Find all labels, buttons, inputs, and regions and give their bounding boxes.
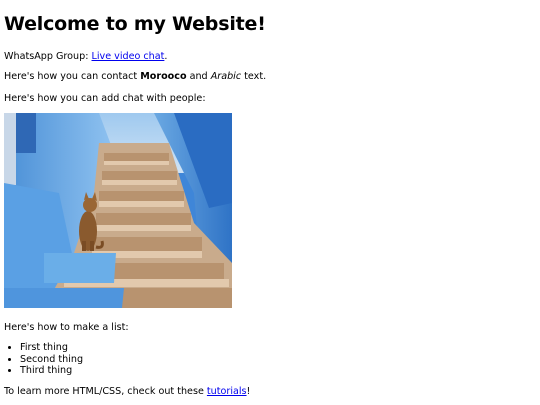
hero-image-cat-on-stairs <box>4 113 232 308</box>
whatsapp-suffix: . <box>164 51 168 62</box>
whatsapp-prefix: WhatsApp Group: <box>4 51 92 62</box>
footer-suffix: ! <box>246 386 251 397</box>
whatsapp-line: WhatsApp Group: Live video chat. <box>4 51 167 63</box>
tutorials-link[interactable]: tutorials <box>207 386 247 397</box>
live-video-chat-link[interactable]: Live video chat <box>92 51 165 62</box>
thing-list: First thing Second thing Third thing <box>4 342 83 377</box>
contact-bold-text: Morooco <box>140 71 187 82</box>
footer-line: To learn more HTML/CSS, check out these … <box>4 386 250 398</box>
contact-italic-text: Arabic <box>210 71 242 82</box>
list-item: Third thing <box>20 365 83 377</box>
hero-image-graphic <box>4 113 232 308</box>
list-item: First thing <box>20 342 83 354</box>
list-intro: Here's how to make a list: <box>4 322 129 333</box>
contact-prefix: Here's how you can contact <box>4 71 141 82</box>
chat-line: Here's how you can add chat with people: <box>4 93 206 104</box>
contact-mid: and <box>186 71 211 82</box>
page-title: Welcome to my Website! <box>4 13 266 35</box>
list-item: Second thing <box>20 354 83 366</box>
contact-suffix: text. <box>241 71 267 82</box>
contact-line: Here's how you can contact Morooco and A… <box>4 71 266 83</box>
footer-prefix: To learn more HTML/CSS, check out these <box>4 386 207 397</box>
